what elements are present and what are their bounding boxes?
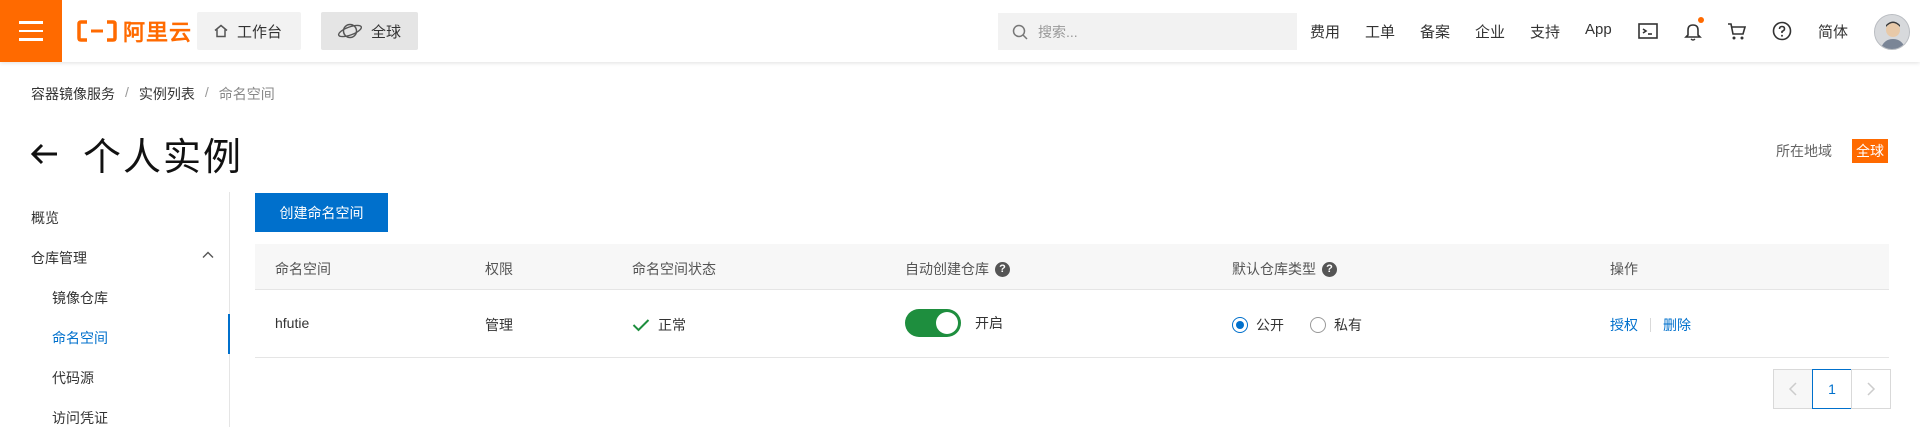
search-input[interactable] [1038,23,1268,40]
column-namespace: 命名空间 [275,261,331,277]
avatar-icon [1875,15,1909,49]
region-caption: 所在地域 [1776,143,1832,159]
region-badge: 全球 [1852,139,1888,163]
create-namespace-button[interactable]: 创建命名空间 [255,193,388,232]
workbench-button[interactable]: 工作台 [197,12,301,50]
user-avatar[interactable] [1874,14,1910,50]
action-separator [1650,318,1651,332]
workbench-label: 工作台 [237,23,283,41]
top-navigation-bar: 阿里云 工作台 全球 费用 工单 备案 企业 支持 App [0,0,1920,62]
radio-public-label[interactable]: 公开 [1256,315,1284,335]
radio-public[interactable] [1232,317,1248,333]
repo-type-cell: 公开 私有 [1232,315,1362,335]
prev-page-button[interactable] [1773,369,1813,409]
sidebar-item-namespace[interactable]: 命名空间 [52,328,108,348]
region-label: 全球 [371,23,402,41]
sidebar-item-overview[interactable]: 概览 [31,208,59,228]
top-link-app[interactable]: App [1585,21,1612,38]
aliyun-logo-mark-icon [77,20,117,42]
breadcrumb-separator: / [204,84,209,100]
question-icon[interactable]: ? [995,261,1010,277]
auto-create-text: 开启 [975,315,1003,331]
pagination: 1 [1773,369,1891,409]
column-default-repo-type: 默认仓库类型 ? [1232,259,1337,279]
breadcrumb-item-current: 命名空间 [218,86,275,102]
logo-text: 阿里云 [123,20,193,45]
column-default-repo-type-label: 默认仓库类型 [1232,261,1316,277]
status-text: 正常 [658,317,686,333]
chevron-left-icon [1788,382,1797,396]
top-link-billing[interactable]: 费用 [1310,21,1340,42]
globe-icon [337,23,363,39]
column-permission: 权限 [485,261,513,277]
language-switch[interactable]: 简体 [1818,21,1848,42]
region-info: 所在地域 全球 [1776,139,1888,163]
permission-value: 管理 [485,317,513,333]
chevron-up-icon[interactable] [202,249,214,261]
terminal-icon[interactable] [1637,20,1659,42]
table-row: hfutie 管理 正常 开启 公开 私有 授权 删除 [255,290,1889,358]
top-link-ticket[interactable]: 工单 [1365,21,1395,42]
breadcrumb-item-instance-list[interactable]: 实例列表 [139,84,195,104]
search-icon [1012,24,1028,40]
sidebar-item-code-source[interactable]: 代码源 [52,368,94,388]
column-auto-create-label: 自动创建仓库 [905,261,989,277]
aliyun-logo[interactable]: 阿里云 [77,16,192,46]
breadcrumb-separator: / [125,84,129,100]
menu-line [19,21,43,24]
namespace-name: hfutie [275,315,310,331]
sidebar-item-access-credential[interactable]: 访问凭证 [52,408,108,427]
next-page-button[interactable] [1851,369,1891,409]
sidebar-item-repo-management[interactable]: 仓库管理 [31,248,87,268]
auto-create-cell: 开启 [905,309,1003,337]
auto-create-toggle[interactable] [905,309,961,337]
radio-private[interactable] [1310,317,1326,333]
column-auto-create: 自动创建仓库 ? [905,259,1010,279]
page-title: 个人实例 [83,137,244,179]
top-link-icp[interactable]: 备案 [1420,21,1450,42]
top-link-support[interactable]: 支持 [1530,21,1560,42]
actions-cell: 授权 删除 [1610,315,1691,335]
question-icon[interactable]: ? [1322,261,1337,277]
top-link-enterprise[interactable]: 企业 [1475,21,1505,42]
breadcrumb: 容器镜像服务 / 实例列表 / 命名空间 [31,84,275,104]
table-header: 命名空间 权限 命名空间状态 自动创建仓库 ? 默认仓库类型 ? 操作 [255,244,1889,290]
chevron-right-icon [1867,382,1876,396]
page-header: 个人实例 [29,126,243,181]
home-icon [214,24,228,38]
radio-private-label[interactable]: 私有 [1334,315,1362,335]
region-selector[interactable]: 全球 [321,12,418,50]
back-arrow-icon[interactable] [29,138,61,170]
toggle-knob [936,312,958,334]
column-status: 命名空间状态 [632,261,716,277]
sidebar-active-indicator [228,314,230,354]
delete-link[interactable]: 删除 [1663,315,1691,335]
notification-dot [1698,17,1704,23]
breadcrumb-item-container-registry[interactable]: 容器镜像服务 [31,84,115,104]
column-actions: 操作 [1610,261,1638,277]
page-number-button[interactable]: 1 [1812,369,1852,409]
hamburger-menu-button[interactable] [0,0,62,62]
sidebar-item-image-repo[interactable]: 镜像仓库 [52,288,108,308]
namespace-table: 命名空间 权限 命名空间状态 自动创建仓库 ? 默认仓库类型 ? 操作 hfut… [255,244,1889,358]
sidebar: 概览 仓库管理 镜像仓库 命名空间 代码源 访问凭证 [0,192,230,427]
cart-icon[interactable] [1726,20,1748,42]
bell-icon[interactable] [1682,17,1704,42]
status-cell: 正常 [632,315,686,335]
menu-line [19,29,43,33]
menu-line [19,38,43,41]
check-icon [632,319,650,332]
authorize-link[interactable]: 授权 [1610,315,1638,335]
help-icon[interactable] [1771,20,1793,42]
search-box[interactable] [998,13,1297,50]
